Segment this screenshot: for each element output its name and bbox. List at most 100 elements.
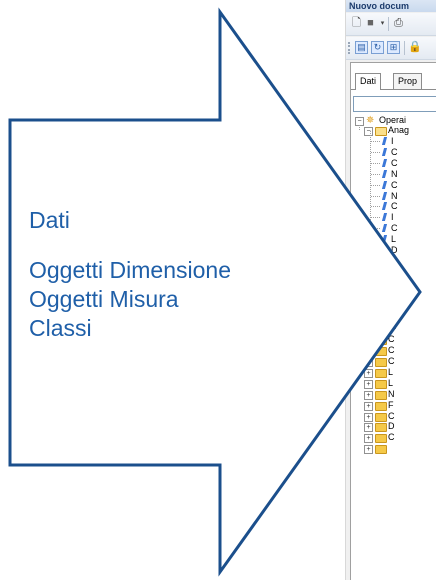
- dimension-object-icon: [381, 158, 388, 167]
- main-toolbar: 🗋 ■ ▾ ⎙: [346, 13, 436, 36]
- tree-item-label: C: [391, 179, 398, 190]
- tree-dimension-item[interactable]: C: [351, 201, 436, 212]
- folder-icon: [375, 434, 387, 444]
- folder-icon: [375, 412, 387, 422]
- dimension-object-icon: [381, 300, 388, 309]
- tree-connector: [371, 260, 380, 262]
- tree-folder-collapsed[interactable]: + N: [351, 389, 436, 400]
- tree-connector: [371, 282, 380, 284]
- tree-item-label: C: [391, 223, 398, 234]
- folder-icon: [375, 445, 387, 455]
- expand-icon[interactable]: +: [364, 347, 373, 357]
- search-input[interactable]: [353, 96, 436, 112]
- tree-folder-collapsed[interactable]: + L: [351, 378, 436, 389]
- tree-dimension-item[interactable]: C: [351, 180, 436, 191]
- view-icon[interactable]: ▤: [355, 41, 368, 54]
- tree-folder-collapsed[interactable]: + C: [351, 356, 436, 367]
- tree-folder-collapsed[interactable]: + C: [351, 432, 436, 444]
- tab-proprieta[interactable]: Prop: [393, 73, 423, 89]
- tree-dimension-item[interactable]: D: [351, 310, 436, 321]
- tree-folder-collapsed[interactable]: + F: [351, 400, 436, 411]
- toolbar-separator: [404, 41, 405, 55]
- dimension-object-icon: [381, 322, 388, 331]
- tab-dati[interactable]: Dati: [355, 73, 382, 90]
- print-icon[interactable]: ⎙: [392, 17, 405, 30]
- tree-item-label: S: [391, 266, 398, 277]
- lock-icon[interactable]: 🔒: [408, 41, 422, 54]
- open-folder-icon: [375, 127, 387, 136]
- tree-dimension-item[interactable]: T: [351, 289, 436, 300]
- tree-connector: [371, 195, 380, 197]
- tree-folder-label: C: [388, 410, 395, 421]
- tree-connector: [371, 250, 380, 251]
- expand-icon[interactable]: +: [364, 412, 373, 422]
- tree-dimension-item[interactable]: N: [351, 169, 436, 180]
- table-icon[interactable]: ⊞: [387, 41, 400, 54]
- data-panel: Dati Prop − ✵ Operai − Anag ICCNC N C I …: [350, 62, 436, 580]
- folder-icon: [375, 347, 387, 357]
- tree-connector: [371, 293, 380, 295]
- tree-dimension-item[interactable]: C: [351, 256, 436, 267]
- tree-dimension-item[interactable]: N: [351, 191, 436, 202]
- expand-icon[interactable]: +: [364, 434, 373, 444]
- folder-icon: [375, 358, 387, 367]
- tree-folder-collapsed[interactable]: + C: [351, 411, 436, 422]
- expand-icon[interactable]: +: [364, 379, 373, 389]
- expand-icon[interactable]: +: [364, 445, 373, 455]
- tree-dimension-item[interactable]: C: [351, 147, 436, 158]
- tree-folder-label: C: [388, 432, 395, 443]
- callout-item-measure-objects: Oggetti Misura: [29, 286, 179, 312]
- tree-dimension-item[interactable]: L: [351, 321, 436, 332]
- folder-icon: [375, 379, 387, 389]
- tree-connector: [371, 304, 380, 306]
- tree-folder-collapsed[interactable]: +: [351, 443, 436, 455]
- tree-dimension-item[interactable]: T: [351, 278, 436, 289]
- tree-item-label: N: [391, 190, 398, 201]
- tree-dimension-item[interactable]: D: [351, 245, 436, 256]
- tree-connector: [371, 184, 380, 186]
- dimension-object-icon: [381, 235, 388, 244]
- tree-item-label: C: [391, 201, 398, 212]
- tree-connector: [371, 141, 380, 142]
- tree-dimension-item[interactable]: C: [351, 158, 436, 169]
- folder-icon: [375, 336, 387, 346]
- tree-folder-collapsed[interactable]: + L: [351, 367, 436, 378]
- tree-item-label: F: [391, 299, 397, 310]
- expand-icon[interactable]: +: [364, 390, 373, 400]
- tree-connector: [371, 162, 380, 164]
- tree-dimension-item[interactable]: S: [351, 267, 436, 278]
- tree-item-label: N: [391, 168, 398, 179]
- tree-guide-line: [359, 125, 360, 130]
- tree-folder-label: D: [388, 421, 395, 432]
- tree-folder-label: C: [388, 334, 395, 345]
- window-title: Nuovo docum: [346, 0, 436, 12]
- tree-connector: [371, 315, 380, 317]
- tree-folder-collapsed[interactable]: + C: [351, 334, 436, 346]
- tree-folder-collapsed[interactable]: + C: [351, 345, 436, 357]
- expand-icon[interactable]: +: [364, 368, 373, 378]
- dimension-object-icon: [381, 191, 388, 200]
- tree-folder-collapsed[interactable]: + D: [351, 421, 436, 433]
- expand-icon[interactable]: +: [364, 423, 373, 433]
- tree-dimension-item[interactable]: I: [351, 136, 436, 147]
- tree-folder-label: L: [388, 366, 394, 377]
- tree-dimension-item[interactable]: F: [351, 300, 436, 311]
- tree-dimension-item[interactable]: L: [351, 234, 436, 245]
- tree-item-label: L: [391, 234, 397, 245]
- expand-icon[interactable]: +: [364, 336, 373, 346]
- expand-icon[interactable]: +: [364, 401, 373, 411]
- slide-canvas: Nuovo docum 🗋 ■ ▾ ⎙ ▤ ↻ ⊞ 🔒 Dati Prop − …: [0, 0, 436, 580]
- tree-dimension-item[interactable]: C: [351, 223, 436, 234]
- refresh-icon[interactable]: ↻: [371, 41, 384, 54]
- callout-item-dimension-objects: Oggetti Dimensione: [29, 257, 231, 283]
- collapse-icon[interactable]: −: [364, 127, 373, 136]
- tree-connector: [371, 173, 380, 175]
- toolbar-grip[interactable]: [348, 42, 352, 54]
- expand-icon[interactable]: +: [364, 358, 373, 367]
- tree-item-label: L: [391, 321, 397, 332]
- new-document-icon[interactable]: 🗋: [350, 17, 363, 30]
- dimension-object-icon: [381, 267, 388, 276]
- tree-folder-anag[interactable]: − Anag: [351, 125, 436, 136]
- tree-item-label: C: [391, 255, 398, 266]
- tree-dimension-item[interactable]: I: [351, 212, 436, 223]
